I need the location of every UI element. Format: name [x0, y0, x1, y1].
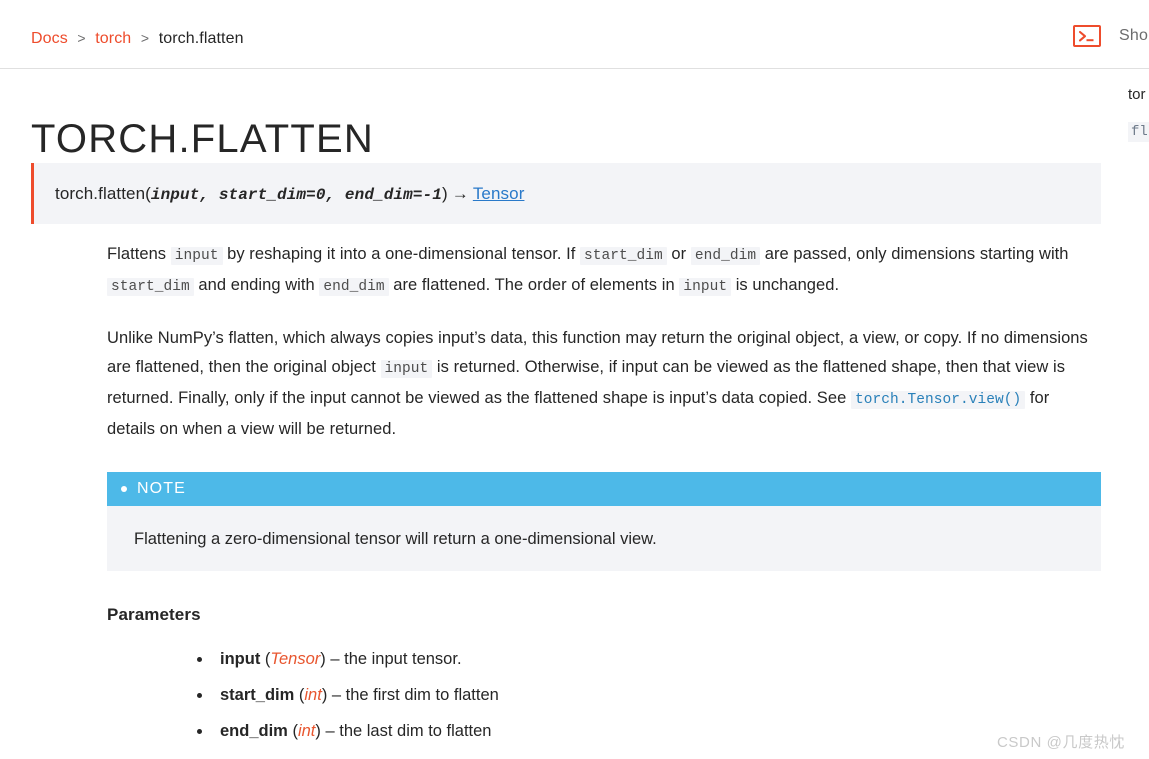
inline-code: input [679, 278, 732, 296]
breadcrumb-item-docs[interactable]: Docs [31, 30, 68, 47]
parameters-list: input (Tensor) – the input tensor. start_… [196, 648, 499, 756]
shell-launcher[interactable]: Sho [1073, 25, 1148, 47]
inline-code: input [380, 360, 433, 378]
inline-code: end_dim [319, 278, 389, 296]
note-title: NOTE [137, 480, 186, 497]
top-header-bar: Docs > torch > torch.flatten Sho [0, 0, 1149, 69]
note-bullet-icon [121, 486, 127, 492]
right-sidebar-toc: tor fl [1128, 85, 1149, 142]
note-body: Flattening a zero-dimensional tensor wil… [107, 506, 1101, 571]
parameter-type[interactable]: int [298, 722, 315, 740]
parameter-item: end_dim (int) – the last dim to flatten [196, 720, 499, 742]
signature-parameters: input, start_dim=0, end_dim=-1 [150, 185, 442, 204]
watermark: CSDN @几度热忱 [997, 734, 1125, 751]
parameter-name: end_dim [220, 722, 288, 740]
description-content: Flattens input by reshaping it into a on… [107, 240, 1101, 444]
inline-code: end_dim [690, 247, 761, 265]
parameter-item: input (Tensor) – the input tensor. [196, 648, 499, 670]
description-paragraph: Flattens input by reshaping it into a on… [107, 240, 1101, 302]
breadcrumb: Docs > torch > torch.flatten [31, 27, 244, 50]
page-title: TORCH.FLATTEN [31, 116, 375, 161]
parameter-open-paren: ( [294, 686, 305, 704]
parameters-heading: Parameters [107, 605, 201, 624]
breadcrumb-item-torch[interactable]: torch [95, 30, 131, 47]
parameter-description: – the input tensor. [325, 650, 462, 668]
right-sidebar-title: tor [1128, 86, 1146, 103]
text-run: or [666, 245, 691, 263]
description-paragraph: Unlike NumPy’s flatten, which always cop… [107, 324, 1101, 444]
function-signature-text: torch.flatten(input, start_dim=0, end_di… [34, 184, 524, 204]
signature-arrow-icon: → [451, 183, 469, 203]
inline-code-link[interactable]: torch.Tensor.view() [850, 391, 1026, 409]
terminal-prompt-icon[interactable] [1073, 25, 1101, 47]
note-text: Flattening a zero-dimensional tensor wil… [134, 529, 657, 548]
shell-label: Sho [1119, 27, 1149, 44]
text-run: by reshaping it into a one-dimensional t… [222, 245, 581, 263]
parameter-type[interactable]: Tensor [270, 650, 320, 668]
function-signature-block: torch.flatten(input, start_dim=0, end_di… [31, 163, 1101, 224]
text-run: Flattens [107, 245, 171, 263]
signature-function-name: torch.flatten [55, 183, 146, 203]
text-run: are passed, only dimensions starting wit… [760, 245, 1069, 263]
parameter-name: input [220, 650, 261, 668]
breadcrumb-separator: > [77, 30, 86, 46]
signature-return-type[interactable]: Tensor [473, 184, 525, 203]
note-header: NOTE [107, 472, 1101, 506]
right-sidebar-code-item[interactable]: fl [1128, 122, 1149, 142]
parameter-type[interactable]: int [304, 686, 321, 704]
text-run: is unchanged. [731, 276, 840, 294]
inline-code: start_dim [580, 247, 667, 265]
breadcrumb-item-current: torch.flatten [158, 30, 244, 47]
parameter-description: – the first dim to flatten [327, 686, 499, 704]
breadcrumb-separator: > [140, 30, 150, 46]
inline-code: input [170, 247, 223, 265]
text-run: and ending with [193, 276, 320, 294]
text-run: are flattened. The order of elements in [388, 276, 680, 294]
signature-close-paren: ) [441, 183, 448, 203]
parameter-open-paren: ( [287, 722, 298, 740]
parameter-open-paren: ( [260, 650, 271, 668]
parameter-description: – the last dim to flatten [320, 722, 492, 740]
inline-code: start_dim [107, 278, 194, 296]
parameter-item: start_dim (int) – the first dim to flatt… [196, 684, 499, 706]
note-admonition: NOTE Flattening a zero-dimensional tenso… [107, 472, 1101, 571]
parameter-name: start_dim [220, 686, 295, 704]
